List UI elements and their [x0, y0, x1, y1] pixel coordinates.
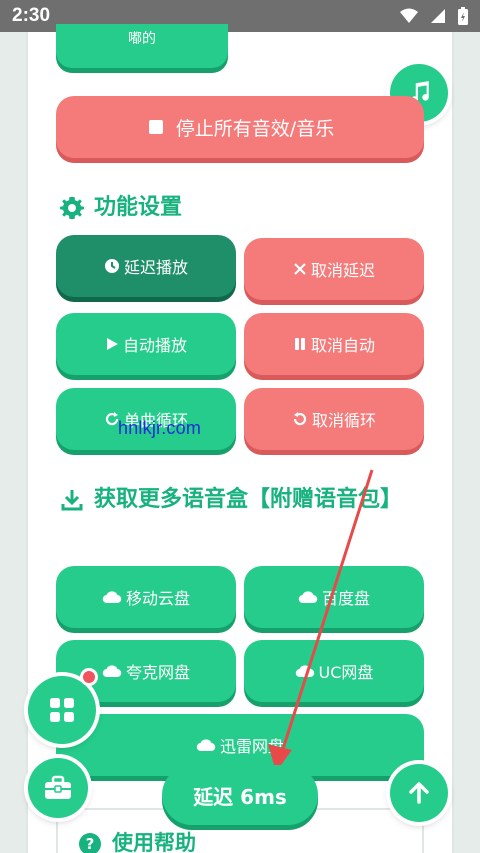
- cloud-icon: [298, 591, 318, 604]
- status-time: 2:30: [12, 5, 51, 26]
- toolbox-button[interactable]: [28, 758, 88, 818]
- delay-indicator-button[interactable]: 延迟 6ms: [162, 765, 318, 825]
- close-icon: [294, 263, 306, 275]
- cancel-delay-button[interactable]: 取消延迟: [244, 238, 424, 300]
- uc-button[interactable]: UC网盘: [244, 640, 424, 702]
- delay-play-label: 延迟播放: [123, 258, 188, 277]
- delay-indicator-label: 延迟 6ms: [193, 784, 287, 809]
- cloud-icon: [196, 739, 216, 752]
- undo-icon: [293, 412, 307, 426]
- baidu-label: 百度盘: [321, 589, 370, 608]
- svg-text:?: ?: [86, 835, 95, 853]
- battery-icon: [458, 7, 468, 25]
- help-title: ? 使用帮助: [78, 828, 196, 853]
- settings-title-text: 功能设置: [94, 195, 183, 220]
- cloud-icon: [102, 591, 122, 604]
- apps-grid-button[interactable]: [28, 676, 96, 744]
- grid-icon: [50, 698, 74, 722]
- gear-icon: [60, 197, 84, 219]
- play-icon: [106, 338, 118, 350]
- cloud-icon: [295, 665, 314, 678]
- cancel-loop-label: 取消循环: [311, 411, 376, 430]
- notification-dot: [80, 668, 98, 686]
- watermark-text: hnlkjr.com: [118, 418, 202, 438]
- pause-icon: [294, 338, 305, 350]
- cancel-auto-label: 取消自动: [310, 336, 375, 355]
- arrow-up-icon: [409, 782, 429, 804]
- mobile-cloud-label: 移动云盘: [125, 589, 190, 608]
- system-icons: [400, 7, 468, 25]
- stop-all-button[interactable]: 停止所有音效/音乐: [56, 96, 424, 158]
- toolbox-icon: [45, 775, 71, 799]
- more-title: 获取更多语音盒【附赠语音包】: [60, 484, 403, 516]
- settings-title: 功能设置: [60, 192, 182, 224]
- stop-all-label: 停止所有音效/音乐: [175, 117, 335, 140]
- quark-label: 夸克网盘: [125, 663, 190, 682]
- auto-play-button[interactable]: 自动播放: [56, 313, 236, 375]
- baidu-button[interactable]: 百度盘: [244, 566, 424, 628]
- cloud-icon: [102, 665, 122, 678]
- mobile-cloud-button[interactable]: 移动云盘: [56, 566, 236, 628]
- download-icon: [61, 490, 83, 511]
- delay-play-button[interactable]: 延迟播放: [56, 235, 236, 297]
- cancel-auto-button[interactable]: 取消自动: [244, 313, 424, 375]
- xunlei-label: 迅雷网盘: [219, 737, 284, 756]
- stop-icon: [148, 120, 163, 134]
- scroll-top-button[interactable]: [390, 764, 448, 822]
- cancel-delay-label: 取消延迟: [310, 261, 375, 280]
- uc-label: UC网盘: [318, 663, 374, 682]
- more-title-text: 获取更多语音盒【附赠语音包】: [94, 487, 403, 512]
- clock-icon: [104, 259, 119, 273]
- question-icon: ?: [79, 833, 101, 853]
- signal-icon: [431, 9, 445, 23]
- help-title-text: 使用帮助: [112, 831, 196, 853]
- cancel-loop-button[interactable]: 取消循环: [244, 388, 424, 450]
- auto-play-label: 自动播放: [122, 336, 187, 355]
- wifi-icon: [400, 8, 418, 23]
- sound-button-top[interactable]: 嘟的: [56, 24, 228, 68]
- sound-button-top-label: 嘟的: [128, 31, 156, 47]
